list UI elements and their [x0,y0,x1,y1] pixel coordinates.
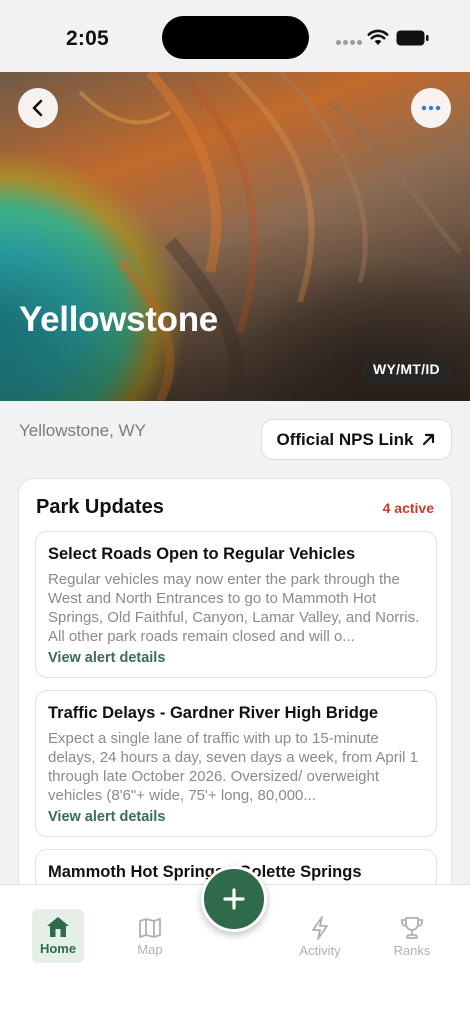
trophy-icon [401,917,423,939]
status-time: 2:05 [66,27,109,50]
map-icon [139,918,161,938]
state-badge: WY/MT/ID [361,354,452,385]
dynamic-island [162,16,309,59]
add-button[interactable] [201,866,267,932]
back-button[interactable] [18,88,58,128]
alert-card[interactable]: Traffic Delays - Gardner River High Brid… [35,690,437,837]
tab-label: Ranks [393,943,431,958]
chevron-left-icon [32,99,43,117]
alert-title: Select Roads Open to Regular Vehicles [48,545,356,563]
plus-icon [223,888,245,910]
battery-icon [396,30,429,46]
tab-home[interactable]: Home [32,909,84,963]
park-location: Yellowstone, WY [19,421,146,440]
park-title: Yellowstone [19,300,218,339]
tab-label: Activity [299,943,341,958]
nps-link-label: Official NPS Link [276,429,414,449]
more-options-button[interactable] [411,88,451,128]
view-alert-details-link[interactable]: View alert details [48,650,424,666]
house-icon [47,917,69,937]
active-count-badge: 4 active [382,500,434,516]
tab-label: Map [137,942,163,957]
alert-card[interactable]: Select Roads Open to Regular Vehicles Re… [35,531,437,678]
external-arrow-icon [423,433,435,446]
alert-body: Regular vehicles may now enter the park … [48,571,420,645]
view-alert-details-link[interactable]: View alert details [48,809,424,825]
cellular-signal-icon [336,40,362,45]
tab-map[interactable]: Map [120,909,180,965]
tab-activity[interactable]: Activity [290,909,350,965]
park-updates-title: Park Updates [36,496,164,518]
official-nps-link-button[interactable]: Official NPS Link [261,419,452,460]
tab-ranks[interactable]: Ranks [382,909,442,965]
lightning-icon [312,916,328,940]
alert-title: Traffic Delays - Gardner River High Brid… [48,704,379,722]
park-updates-card: Park Updates 4 active Select Roads Open … [18,478,452,898]
status-bar: 2:05 [0,0,470,72]
park-hero-image: Yellowstone WY/MT/ID [0,72,470,401]
wifi-icon [367,29,389,45]
hero-gradient-overlay [0,72,470,401]
alert-body: Expect a single lane of traffic with up … [48,730,418,804]
tab-label: Home [39,941,77,956]
ellipsis-icon [421,105,441,111]
